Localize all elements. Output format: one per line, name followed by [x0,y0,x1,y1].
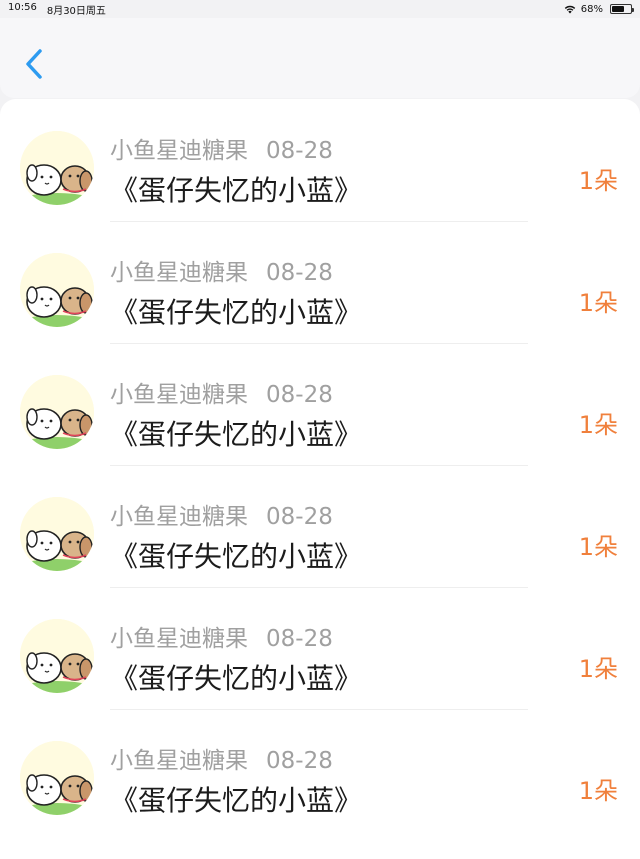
battery-level [612,6,625,12]
item-meta: 小鱼星迪糖果 08-28 [110,619,333,653]
list-item[interactable]: 小鱼星迪糖果 08-28 《蛋仔失忆的小蓝》 1朵 [0,709,640,831]
item-date: 08-28 [266,138,333,164]
status-time: 10:56 [8,1,37,13]
avatar[interactable] [20,619,94,693]
username: 小鱼星迪糖果 [110,382,248,408]
username: 小鱼星迪糖果 [110,504,248,530]
item-date: 08-28 [266,748,333,774]
status-date: 8月30日周五 [46,5,106,17]
item-date: 08-28 [266,382,333,408]
item-meta: 小鱼星迪糖果 08-28 [110,131,333,165]
list-item[interactable]: 小鱼星迪糖果 08-28 《蛋仔失忆的小蓝》 1朵 [0,587,640,709]
username: 小鱼星迪糖果 [110,626,248,652]
battery-icon [610,4,634,14]
back-button[interactable] [22,48,48,80]
battery-percent: 68% [580,3,603,15]
username: 小鱼星迪糖果 [110,748,248,774]
flower-count: 1朵 [578,533,618,561]
item-title: 《蛋仔失忆的小蓝》 [110,662,363,695]
list-item[interactable]: 小鱼星迪糖果 08-28 《蛋仔失忆的小蓝》 1朵 [0,99,640,221]
avatar[interactable] [20,497,94,571]
flower-count: 1朵 [578,411,618,439]
flower-count: 1朵 [578,289,618,317]
avatar[interactable] [20,253,94,327]
gift-list: 小鱼星迪糖果 08-28 《蛋仔失忆的小蓝》 1朵 小鱼星迪糖果 08-28 《… [0,99,640,859]
flower-count: 1朵 [578,655,618,683]
item-meta: 小鱼星迪糖果 08-28 [110,497,333,531]
item-title: 《蛋仔失忆的小蓝》 [110,784,363,817]
item-title: 《蛋仔失忆的小蓝》 [110,418,363,451]
avatar[interactable] [20,741,94,815]
chevron-left-icon [26,49,42,79]
list-item[interactable]: 小鱼星迪糖果 08-28 《蛋仔失忆的小蓝》 1朵 [0,343,640,465]
item-date: 08-28 [266,626,333,652]
avatar[interactable] [20,131,94,205]
item-meta: 小鱼星迪糖果 08-28 [110,375,333,409]
item-meta: 小鱼星迪糖果 08-28 [110,253,333,287]
item-date: 08-28 [266,504,333,530]
username: 小鱼星迪糖果 [110,138,248,164]
wifi-icon [564,5,575,13]
flower-count: 1朵 [578,777,618,805]
item-meta: 小鱼星迪糖果 08-28 [110,741,333,775]
item-date: 08-28 [266,260,333,286]
list-item[interactable]: 小鱼星迪糖果 08-28 《蛋仔失忆的小蓝》 1朵 [0,465,640,587]
header-bar [0,18,640,98]
flower-count: 1朵 [578,167,618,195]
status-bar: 10:56 8月30日周五 68% [0,0,640,18]
avatar[interactable] [20,375,94,449]
item-title: 《蛋仔失忆的小蓝》 [110,540,363,573]
item-title: 《蛋仔失忆的小蓝》 [110,174,363,207]
item-title: 《蛋仔失忆的小蓝》 [110,296,363,329]
username: 小鱼星迪糖果 [110,260,248,286]
list-item[interactable]: 小鱼星迪糖果 08-28 《蛋仔失忆的小蓝》 1朵 [0,221,640,343]
